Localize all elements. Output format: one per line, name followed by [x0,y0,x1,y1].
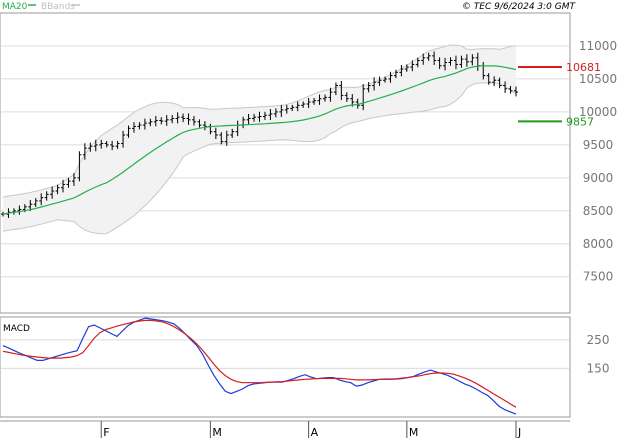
month-label: J [517,426,521,439]
chart-svg: 106819857 750080008500900095001000010500… [0,2,617,439]
copyright-text: © TEC 9/6/2024 3:0 GMT [462,2,577,12]
macd-tick-label: 150 [587,361,610,375]
month-label: M [212,426,222,439]
ma20-legend: MA20 [2,2,28,12]
price-panel: 106819857 750080008500900095001000010500… [0,12,617,314]
price-tick-label: 10000 [579,105,617,119]
chart-header: MA20 BBands © TEC 9/6/2024 3:0 GMT [2,2,576,12]
macd-tick-label: 250 [587,333,610,347]
macd-panel: 250 150 MACD [0,316,610,418]
price-tick-label: 8000 [583,237,614,251]
month-label: M [409,426,419,439]
price-tick-label: 7500 [583,270,614,284]
price-tick-label: 11000 [579,39,617,53]
macd-axis-labels: 250 150 [587,333,610,376]
macd-label: MACD [3,324,30,334]
chart-root: 10681 9857 7500 8000 8500 9000 9500 10000 10500… [0,0,627,440]
price-axis-labels: 7500 8000 8500 9000 9500 10000 10500 11000 [579,39,617,284]
month-label: A [311,426,319,439]
month-label: F [103,426,109,439]
price-tick-label: 9500 [583,138,614,152]
price-tick-label: 10500 [579,72,617,86]
price-tick-label: 8500 [583,204,614,218]
time-axis: FMAMJ [0,420,570,439]
bbands-legend: BBands [41,2,75,12]
price-tick-label: 9000 [583,171,614,185]
